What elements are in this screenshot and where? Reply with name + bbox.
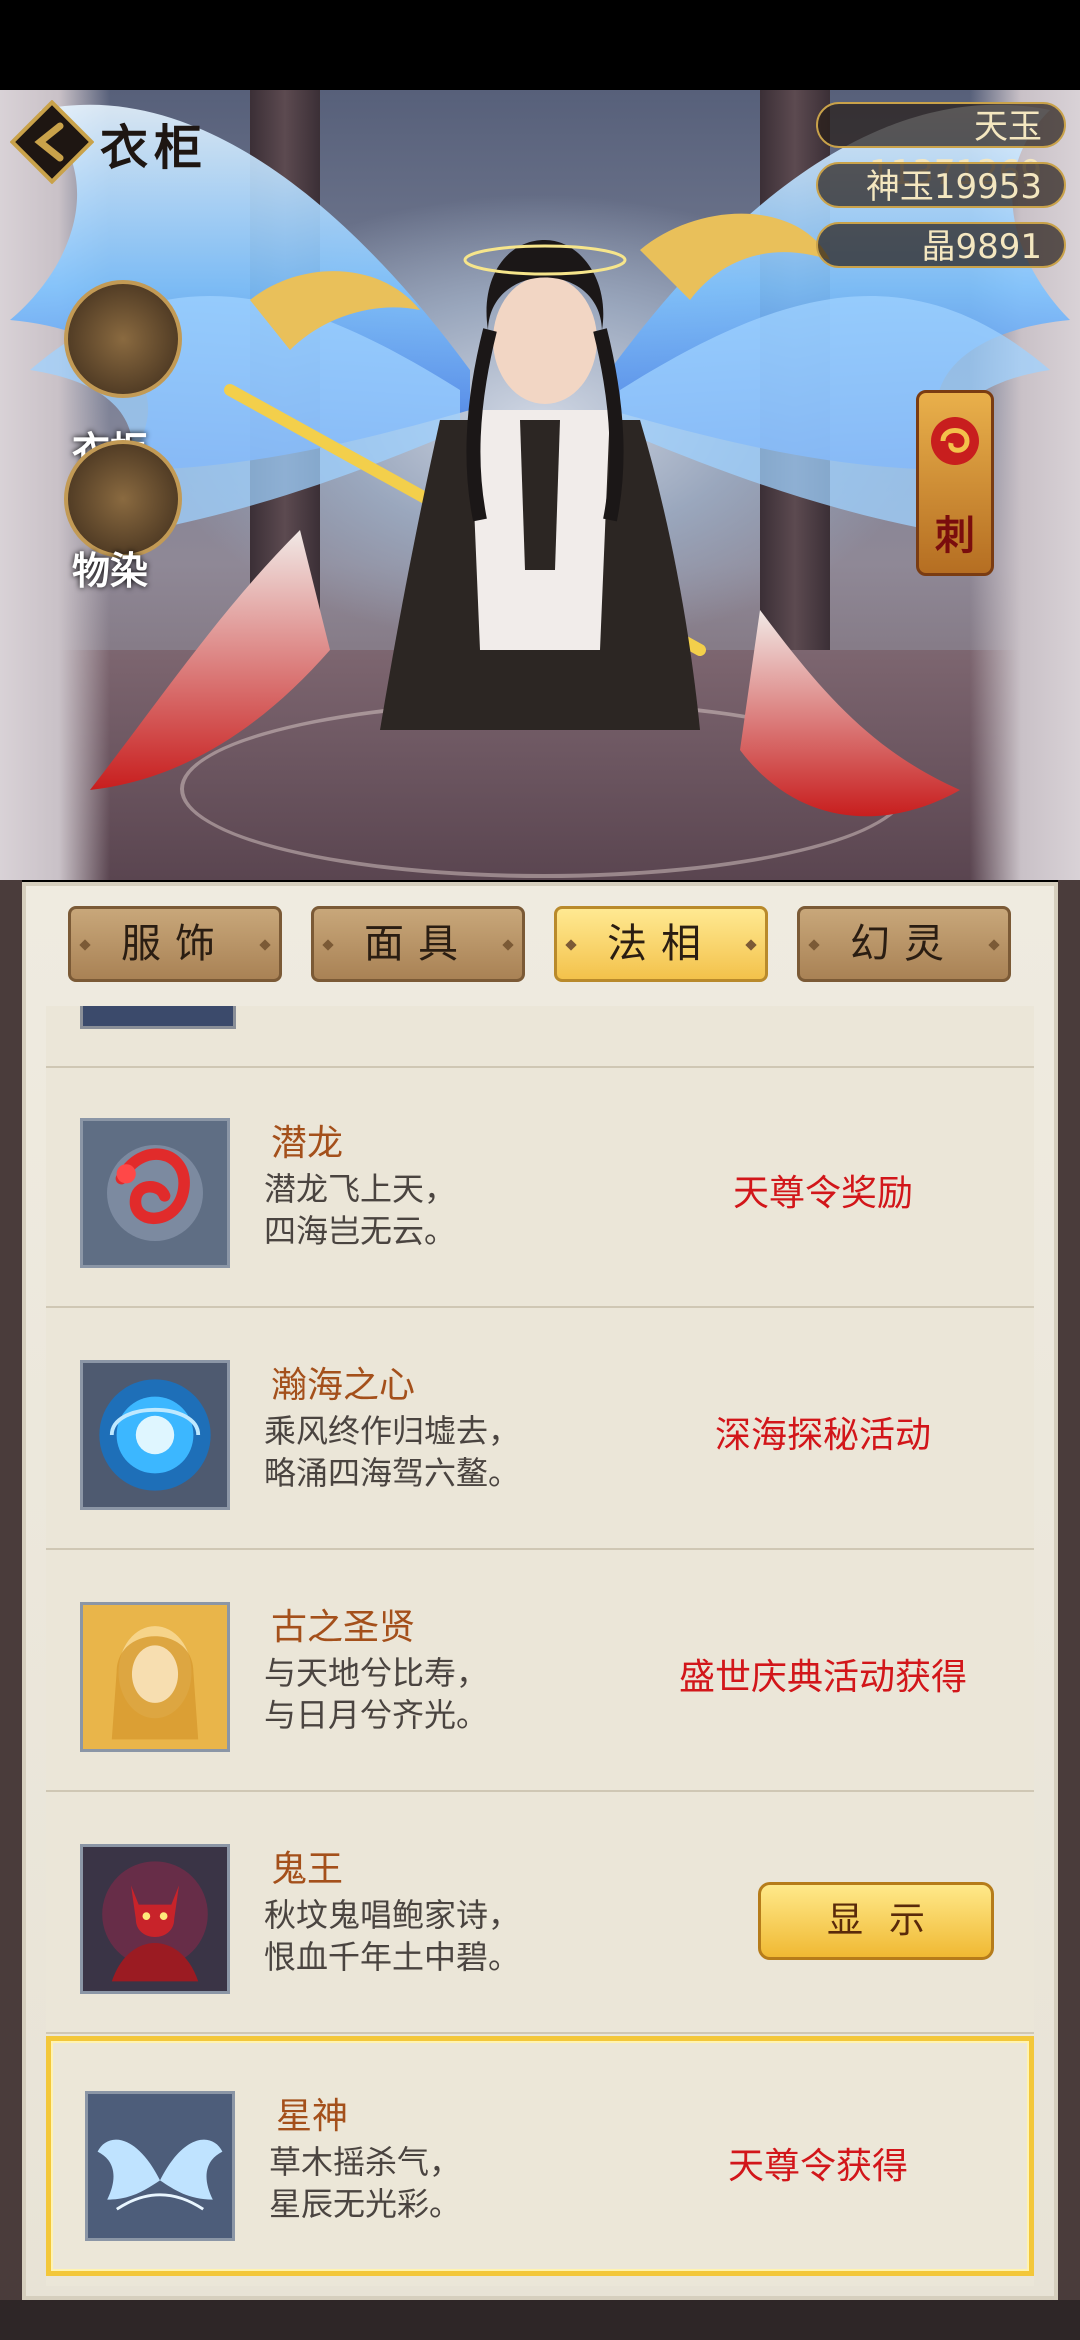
list-item[interactable]: 鬼王 秋坟鬼唱鲍家诗， 恨血千年土中碧。 显示 [46,1794,1034,2034]
panel-frame-left [0,880,22,2300]
currency-shenyu: 神玉19953 [816,162,1066,208]
list-item[interactable]: 瀚海之心 乘风终作归墟去， 略涌四海驾六鳌。 深海探秘活动 [46,1310,1034,1550]
currency-jing: 晶9891 [816,222,1066,268]
item-name: 星神 [276,2096,349,2137]
right-seal-label: 刺 [935,512,975,559]
blue-vortex-icon [80,1360,230,1510]
item-desc-line: 与日月兮齐光。 [264,1696,489,1734]
list-item[interactable]: 古之圣贤 与天地兮比寿， 与日月兮齐光。 盛世庆典活动获得 [46,1552,1034,1792]
item-desc-line: 四海岂无云。 [264,1212,457,1250]
tab-huanling[interactable]: 幻灵 [797,906,1011,982]
character-preview: 衣柜 天玉11371269 神玉19953 晶9891 衣柜 物染 刺 [0,90,1080,880]
item-name: 古之圣贤 [271,1607,416,1648]
item-name: 瀚海之心 [271,1365,416,1406]
list-item-selected[interactable]: 星神 草木摇杀气， 星辰无光彩。 天尊令获得 [46,2036,1034,2276]
star-wings-icon [85,2091,235,2241]
item-source: 盛世庆典活动获得 [678,1657,967,1698]
item-name: 鬼王 [271,1849,344,1890]
item-desc-line: 潜龙飞上天， [264,1170,457,1208]
status-bar [0,0,1080,90]
item-desc-line: 与天地兮比寿， [264,1654,489,1692]
list-item[interactable] [46,1006,1034,1068]
page-title: 衣柜 [100,120,209,176]
tab-clothing[interactable]: 服饰 [68,906,282,982]
wardrobe-button[interactable] [64,280,182,398]
item-desc-line: 略涌四海驾六鳌。 [264,1454,521,1492]
item-name: 潜龙 [271,1123,344,1164]
item-source: 深海探秘活动 [714,1415,931,1456]
list-item[interactable]: 潜龙 潜龙飞上天， 四海岂无云。 天尊令奖励 [46,1068,1034,1308]
item-desc-line: 乘风终作归墟去， [264,1412,521,1450]
item-description: 乘风终作归墟去， 略涌四海驾六鳌。 [264,1410,520,1494]
swirl-icon [931,417,979,465]
item-description: 与天地兮比寿， 与日月兮齐光。 [264,1652,488,1736]
ghost-king-icon [80,1844,230,1994]
item-thumbnail [80,1006,236,1029]
faxiang-list[interactable]: 潜龙 潜龙飞上天， 四海岂无云。 天尊令奖励 瀚海之心 乘风终作归墟去， 略涌四… [46,1006,1034,2286]
item-source: 天尊令获得 [727,2146,908,2187]
currency-tianyu: 天玉11371269 [816,102,1066,193]
dye-label: 物染 [72,548,149,593]
tab-faxiang[interactable]: 法相 [554,906,768,982]
item-description: 潜龙飞上天， 四海岂无云。 [264,1168,456,1252]
show-button[interactable]: 显示 [758,1882,994,1960]
item-description: 草木摇杀气， 星辰无光彩。 [269,2141,461,2225]
item-description: 秋坟鬼唱鲍家诗， 恨血千年土中碧。 [264,1894,520,1978]
tab-mask[interactable]: 面具 [311,906,525,982]
golden-sage-icon [80,1602,230,1752]
item-desc-line: 星辰无光彩。 [269,2185,462,2223]
item-desc-line: 草木摇杀气， [269,2143,462,2181]
item-desc-line: 秋坟鬼唱鲍家诗， [264,1896,521,1934]
red-dragon-icon [80,1118,230,1268]
right-seal-button[interactable]: 刺 [916,390,994,576]
item-source: 天尊令奖励 [732,1173,913,1214]
panel-frame-bottom [0,2300,1080,2340]
item-desc-line: 恨血千年土中碧。 [264,1938,521,1976]
panel-frame-right [1058,880,1080,2300]
back-icon[interactable] [10,100,94,184]
